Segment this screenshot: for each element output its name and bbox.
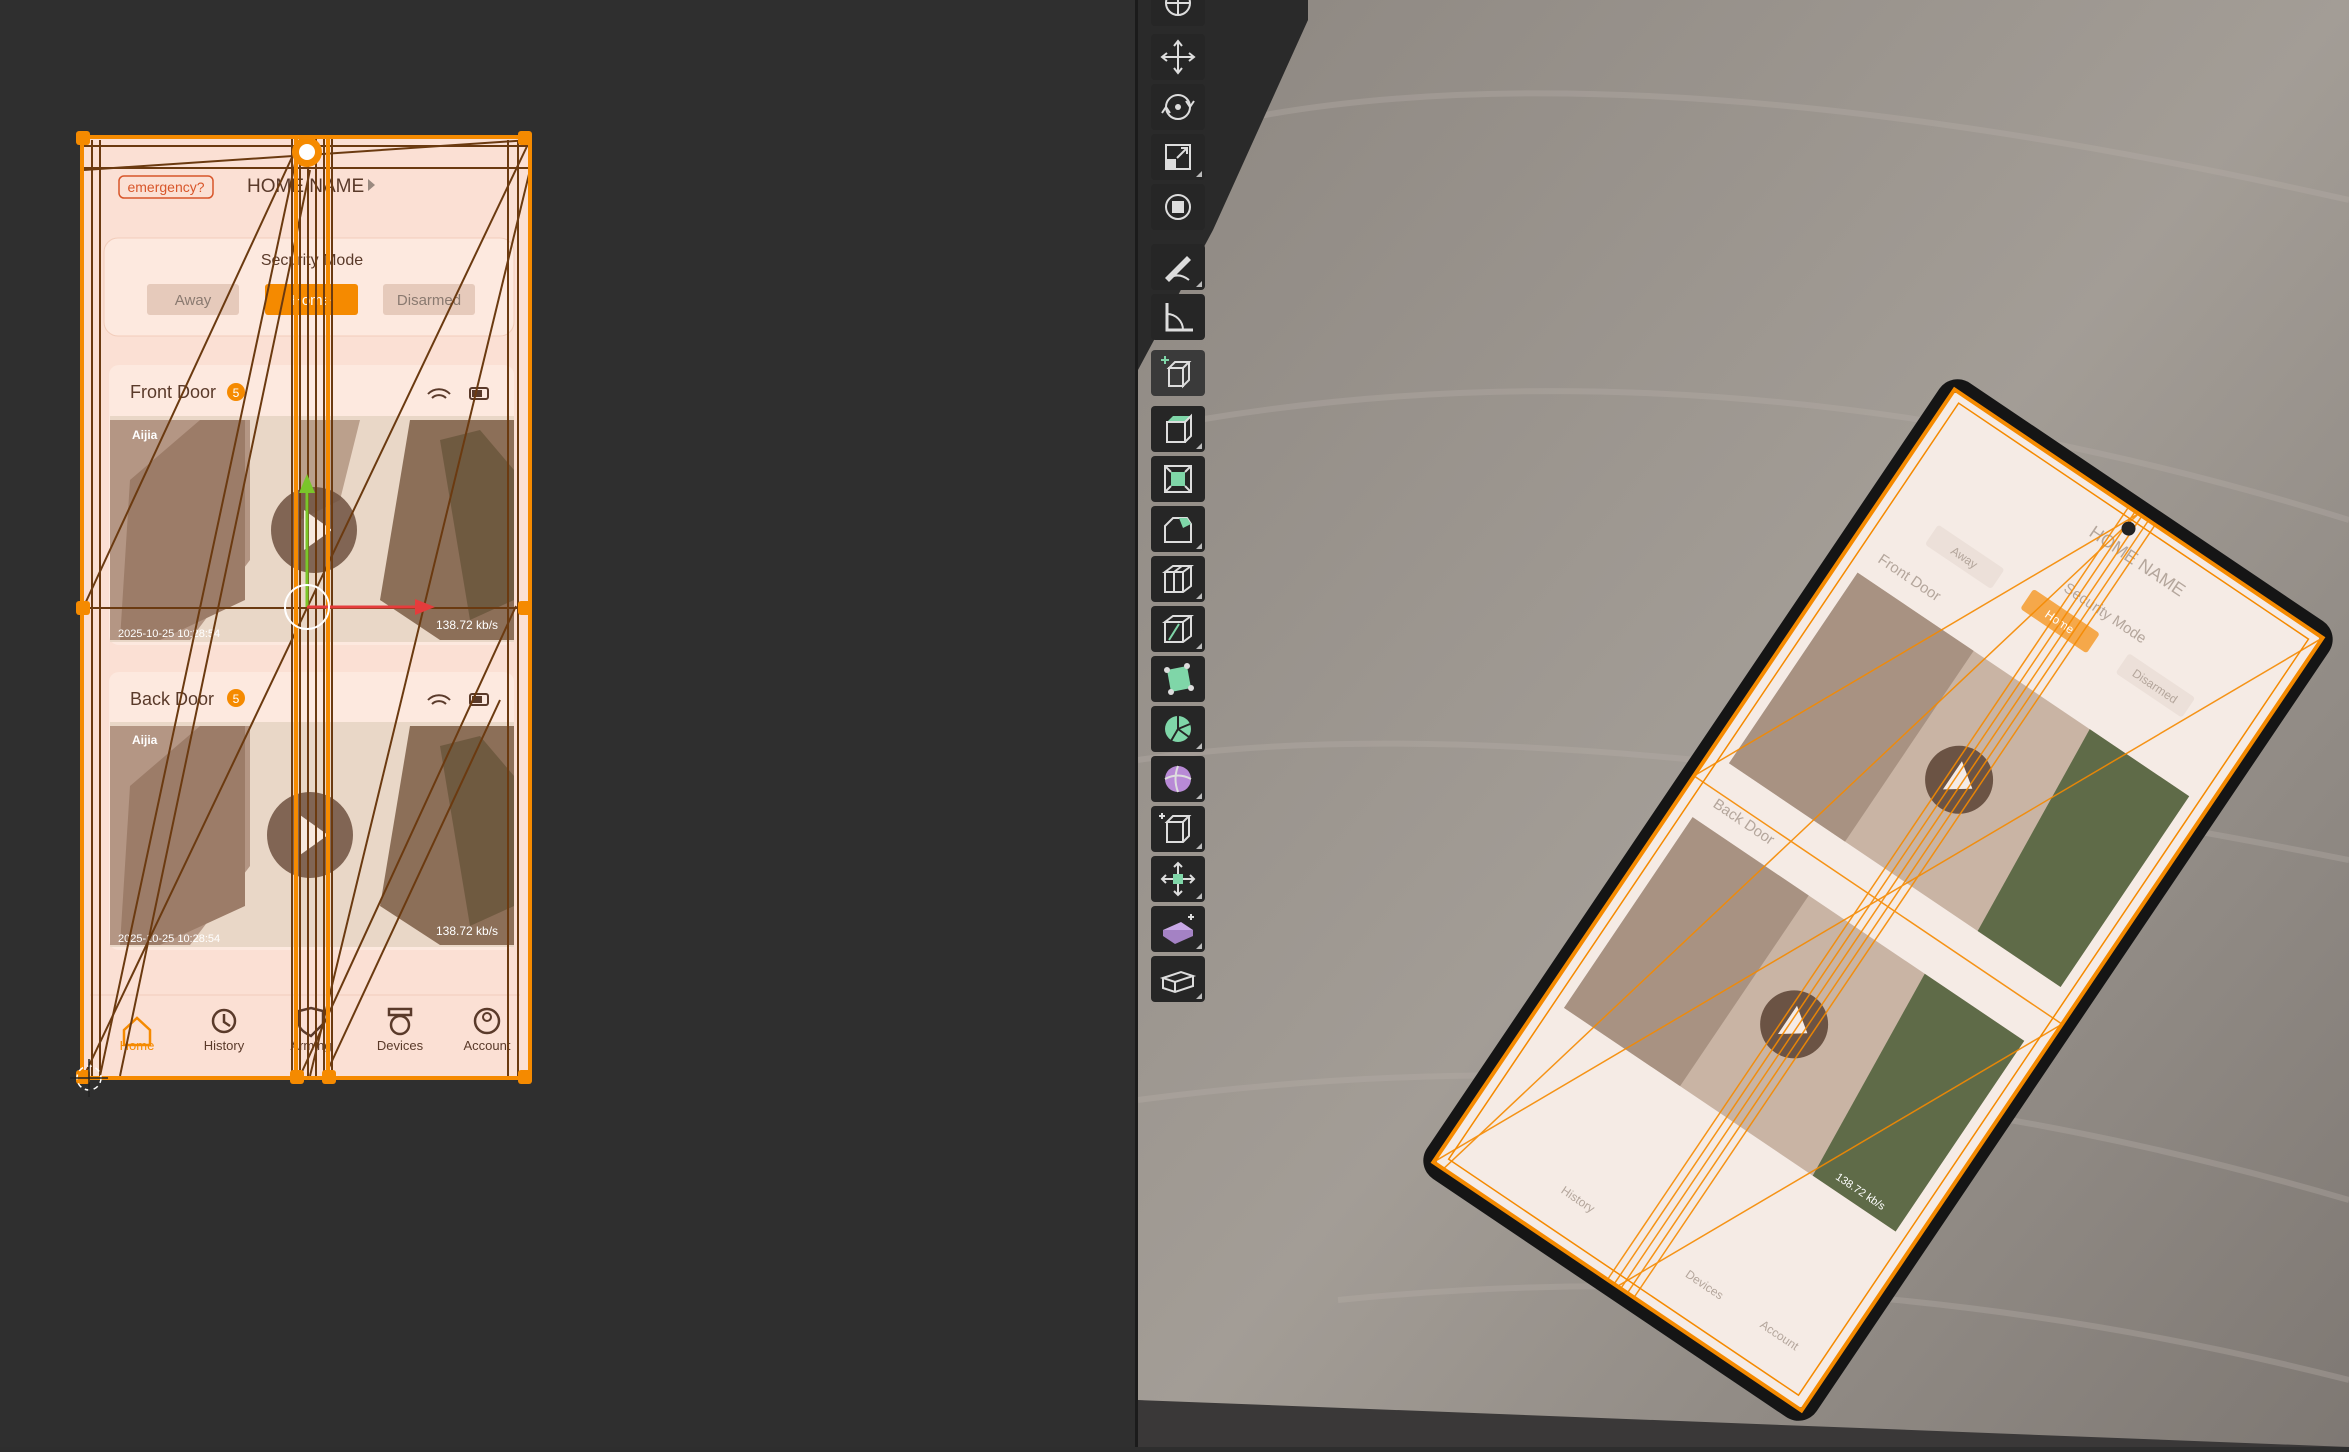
add-cube-icon [1161,356,1192,389]
loop-cut-icon [1162,565,1194,593]
tool-shear[interactable] [1151,906,1205,952]
uv-editor-panel[interactable]: emergency? HOME NAME Security Mode Away … [0,0,1135,1447]
camera-speed: 138.72 kb/s [436,618,498,632]
tool-measure[interactable] [1151,294,1205,340]
tool-extrude-region[interactable] [1151,406,1205,452]
transform-gizmo-icon [1165,0,1191,16]
camera-badge-count: 5 [233,386,240,400]
tool-bevel[interactable] [1151,506,1205,552]
annotate-icon [1165,256,1191,282]
tool-inset-faces[interactable] [1151,456,1205,502]
camera-badge-count: 5 [233,692,240,706]
tool-poly-build[interactable] [1151,656,1205,702]
shrink-fatten-icon [1160,861,1196,897]
brand-logo: Aijia [132,428,158,442]
tool-shrink-fatten[interactable] [1151,856,1205,902]
tool-knife[interactable] [1151,606,1205,652]
camera-card-front-door[interactable]: Front Door 5 Aijia 2025-10-25 10:28:54 1… [109,365,514,645]
move-icon [1160,39,1196,75]
tool-loop-cut[interactable] [1151,556,1205,602]
tool-spin[interactable] [1151,706,1205,752]
tool-shelf [1149,0,1207,1005]
nav-account-label: Account [464,1038,511,1053]
transform-icon [1165,194,1191,220]
tool-move[interactable] [1151,34,1205,80]
tool-transform[interactable] [1151,184,1205,230]
extrude-region-icon [1166,413,1192,443]
tool-smooth[interactable] [1151,756,1205,802]
mode-away-label: Away [175,292,212,309]
camera-card-back-door[interactable]: Back Door 5 Aijia 2025-10-25 10:28:54 13… [109,672,514,950]
tool-rip-region[interactable] [1151,956,1205,1002]
edge-slide-icon [1159,813,1192,843]
nav-devices-label: Devices [377,1038,424,1053]
inset-faces-icon [1164,465,1192,493]
camera-timestamp: 2025-10-25 10:28:54 [118,628,220,640]
camera-timestamp: 2025-10-25 10:28:54 [118,933,220,945]
tool-scale[interactable] [1151,134,1205,180]
knife-icon [1162,615,1194,643]
bevel-icon [1164,517,1192,543]
tool-rotate[interactable] [1151,84,1205,130]
uv-canvas[interactable]: emergency? HOME NAME Security Mode Away … [0,0,1135,1447]
measure-icon [1165,303,1193,332]
viewport-canvas[interactable]: HOME NAME Security Mode Away Home Disarm… [1138,0,2349,1447]
nav-history-label: History [204,1038,245,1053]
scale-icon [1165,144,1191,170]
poly-build-icon [1164,663,1194,695]
camera-speed: 138.72 kb/s [436,924,498,938]
rotate-icon [1161,94,1195,120]
spin-icon [1165,716,1191,742]
smooth-icon [1164,765,1192,793]
3d-viewport[interactable]: HOME NAME Security Mode Away Home Disarm… [1138,0,2349,1447]
emergency-label: emergency? [127,179,204,195]
camera-name: Front Door [130,382,216,402]
brand-logo: Aijia [132,733,158,747]
rip-region-icon [1159,970,1197,994]
tool-add-cube[interactable] [1151,350,1205,396]
shear-icon [1163,914,1194,944]
tool-edge-slide[interactable] [1151,806,1205,852]
tool-transform-gizmo[interactable] [1151,0,1205,26]
tool-annotate[interactable] [1151,244,1205,290]
